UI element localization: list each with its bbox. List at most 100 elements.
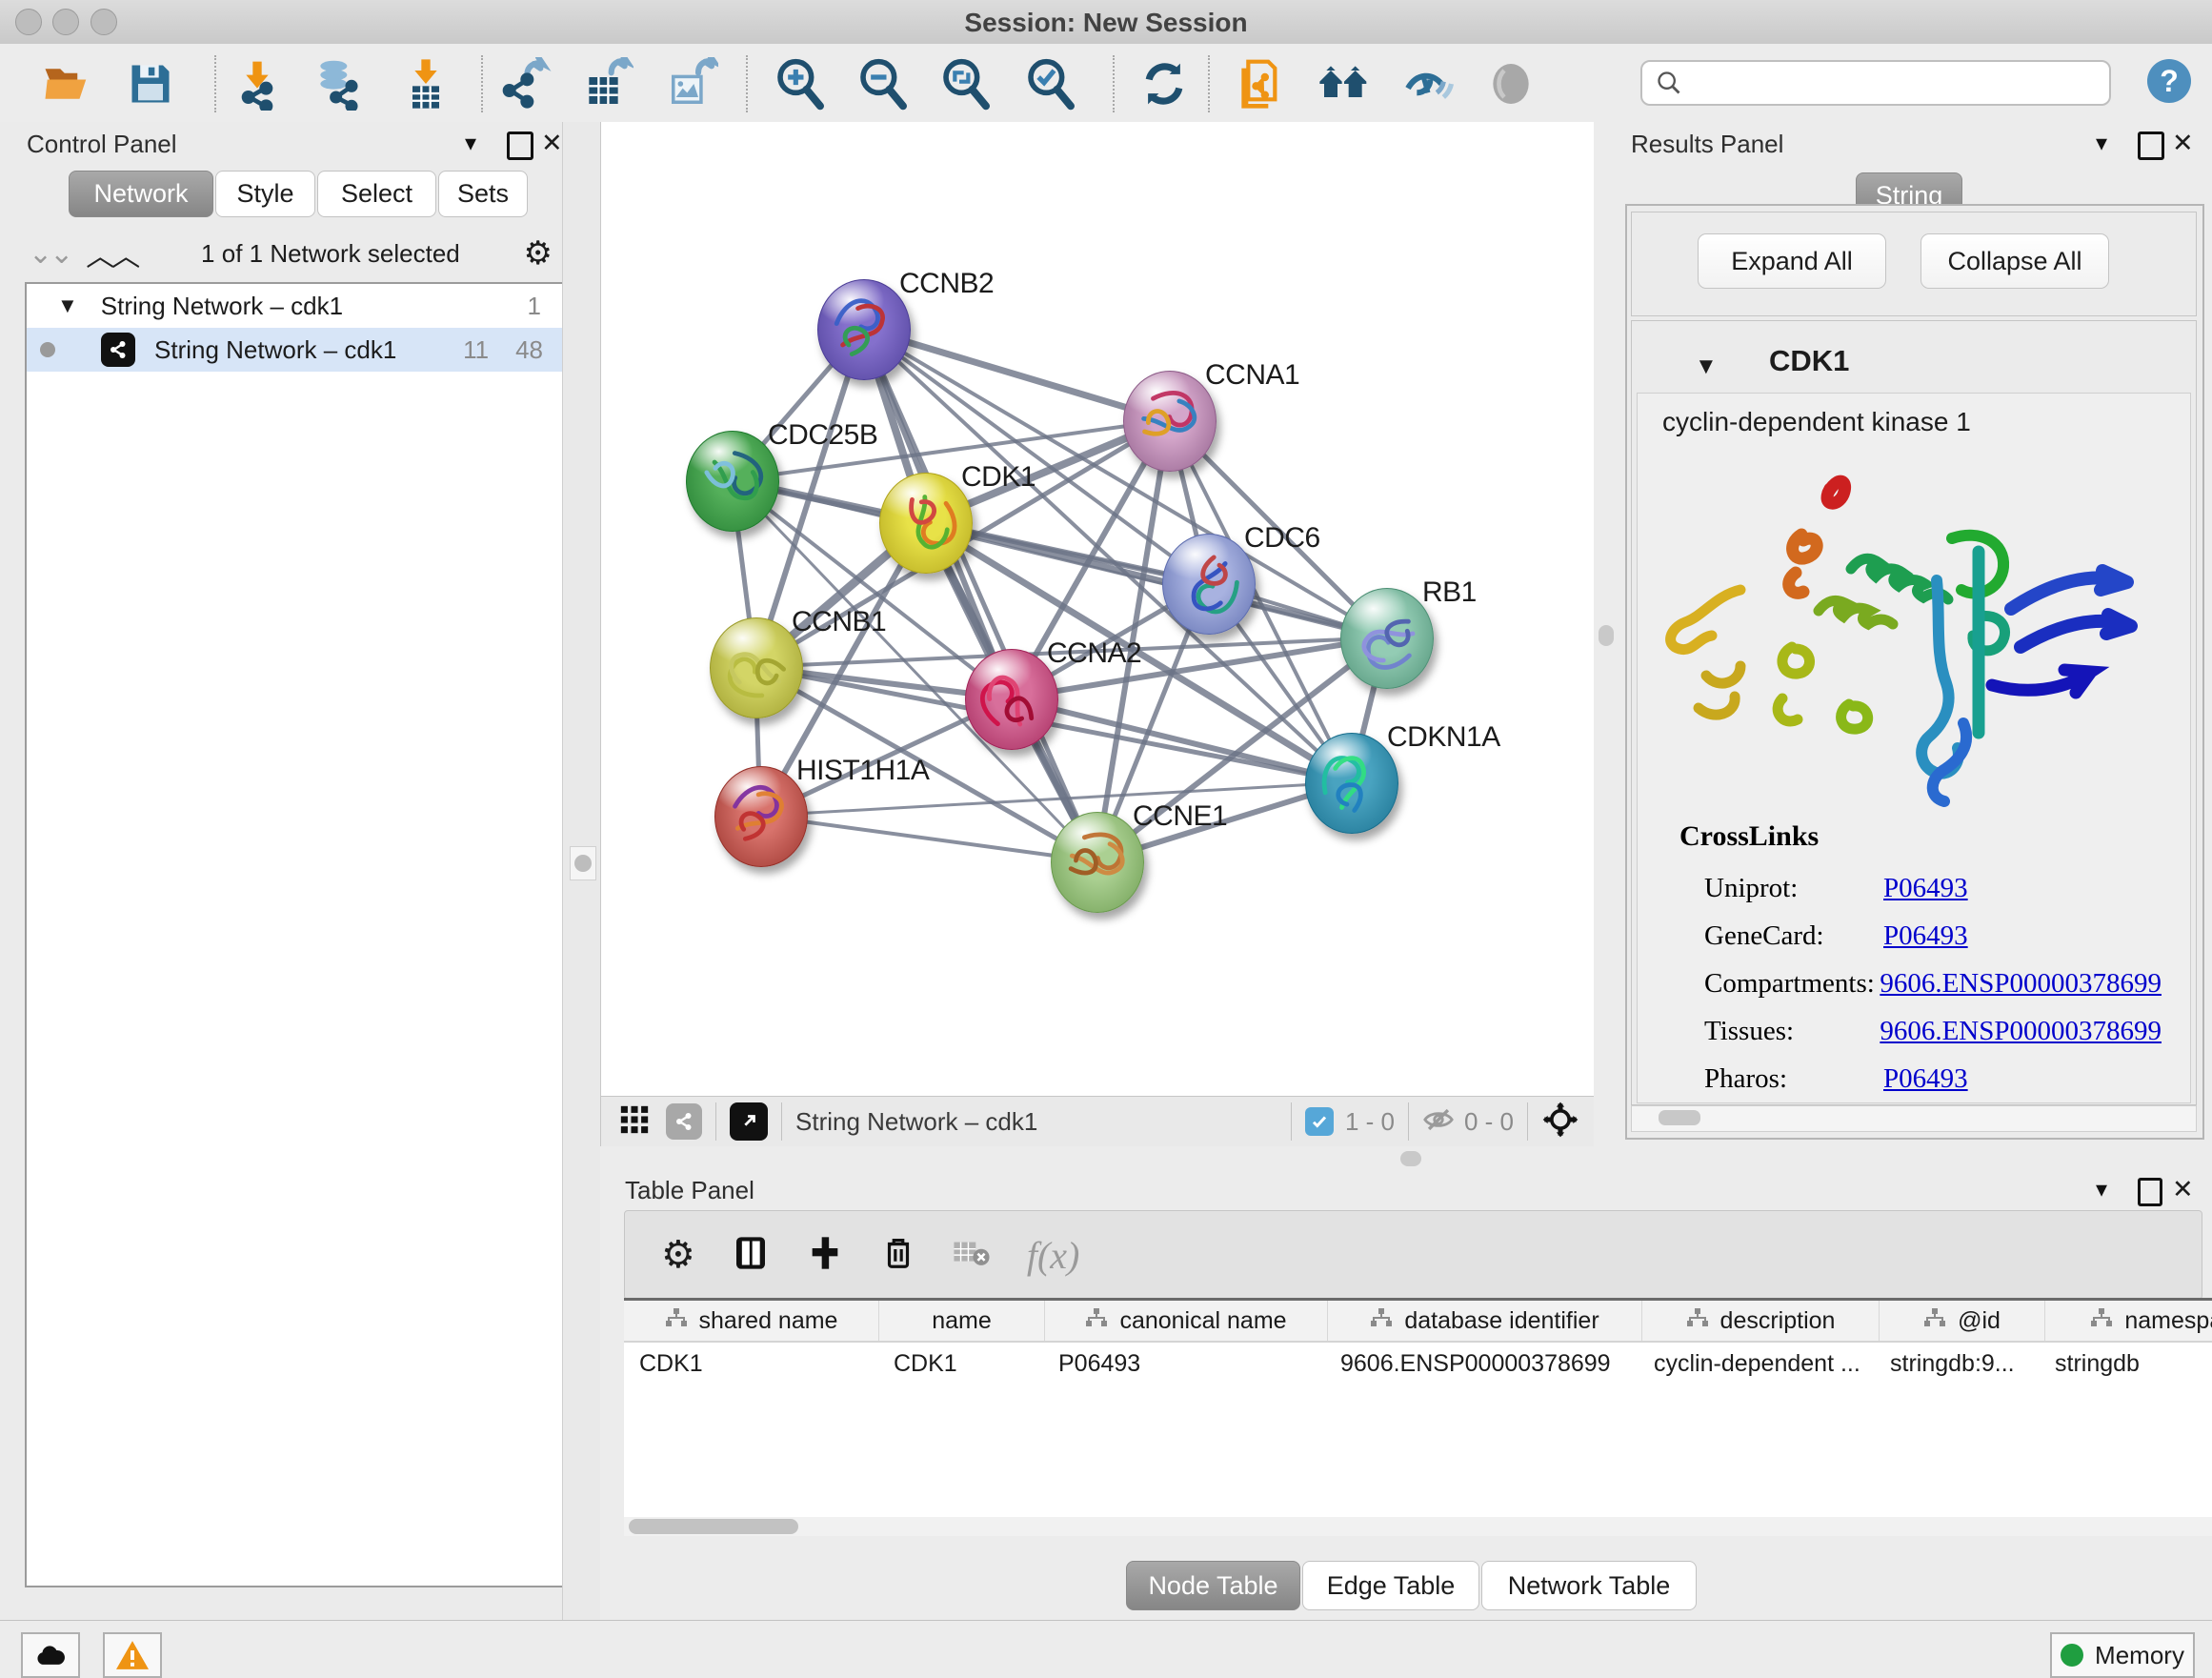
column-header-name[interactable]: name <box>879 1301 1045 1341</box>
table-cell[interactable]: P06493 <box>1043 1343 1325 1385</box>
toolbar-search[interactable] <box>1640 60 2111 106</box>
column-header-database-identifier[interactable]: database identifier <box>1328 1301 1642 1341</box>
tab-sets[interactable]: Sets <box>438 171 528 217</box>
table-panel-close-icon[interactable]: ✕ <box>2172 1175 2194 1204</box>
table-panel-float-icon[interactable] <box>2138 1178 2162 1206</box>
node-CCNA1[interactable] <box>1123 371 1217 472</box>
node-HIST1H1A[interactable] <box>714 766 808 867</box>
node-CDKN1A[interactable] <box>1305 733 1398 834</box>
collapse-all-networks-icon[interactable]: ⌄⌄ <box>29 237 70 271</box>
results-panel-collapse-icon[interactable]: ▾ <box>2096 130 2107 157</box>
results-horizontal-scrollbar[interactable] <box>1631 1105 2197 1132</box>
network-list-options-gear-icon[interactable]: ⚙ <box>524 234 553 273</box>
column-header-canonical-name[interactable]: canonical name <box>1045 1301 1328 1341</box>
results-panel-float-icon[interactable] <box>2138 131 2164 160</box>
search-input[interactable] <box>1692 69 2109 97</box>
zoom-out-icon[interactable] <box>856 57 910 111</box>
column-header-namespace[interactable]: namespace <box>2045 1301 2212 1341</box>
node-CDC25B[interactable] <box>686 431 779 532</box>
delete-column-trash-icon[interactable] <box>880 1232 916 1279</box>
crosslink-value-link[interactable]: P06493 <box>1883 873 1968 904</box>
scrollbar-thumb[interactable] <box>1659 1110 1700 1125</box>
table-tabs: Node TableEdge TableNetwork Table <box>1126 1561 1699 1610</box>
string-import-icon[interactable] <box>1233 57 1286 111</box>
tab-style[interactable]: Style <box>215 171 315 217</box>
column-header--id[interactable]: @id <box>1880 1301 2045 1341</box>
table-cell[interactable]: stringdb:9... <box>1875 1343 2040 1385</box>
control-panel-close-icon[interactable]: ✕ <box>541 129 563 158</box>
column-header-shared-name[interactable]: shared name <box>624 1301 879 1341</box>
table-panel-collapse-icon[interactable]: ▾ <box>2096 1176 2107 1203</box>
import-network-from-file-icon[interactable] <box>231 57 284 111</box>
open-session-icon[interactable] <box>40 57 93 111</box>
export-network-icon[interactable] <box>498 57 552 111</box>
network-collection-row[interactable]: ▼ String Network – cdk1 1 <box>27 284 566 328</box>
export-table-icon[interactable] <box>580 57 633 111</box>
entry-expander-icon[interactable]: ▼ <box>1695 354 1718 380</box>
vertical-splitter-right[interactable] <box>1594 122 1619 1146</box>
horizontal-splitter[interactable] <box>600 1146 2212 1172</box>
selected-indicator-checkbox[interactable] <box>1305 1107 1334 1136</box>
protein-scribble <box>818 280 910 379</box>
help-button[interactable]: ? <box>2147 59 2191 103</box>
birds-eye-view-icon[interactable] <box>618 1103 651 1141</box>
crosslink-value-link[interactable]: 9606.ENSP00000378699 <box>1880 1016 2162 1047</box>
zoom-fit-content-icon[interactable] <box>939 57 993 111</box>
table-cell[interactable]: CDK1 <box>878 1343 1043 1385</box>
table-cell[interactable]: cyclin-dependent ... <box>1639 1343 1875 1385</box>
tab-node-table[interactable]: Node Table <box>1126 1561 1300 1610</box>
node-RB1[interactable] <box>1340 588 1434 689</box>
network-row[interactable]: String Network – cdk1 11 48 <box>27 328 566 372</box>
control-panel-float-icon[interactable] <box>507 131 533 160</box>
node-CCNA2[interactable] <box>965 649 1058 750</box>
node-CCNB2[interactable] <box>817 279 911 380</box>
grayscale-mode-icon[interactable] <box>1484 57 1538 111</box>
vertical-splitter-left[interactable] <box>562 122 601 1620</box>
expand-all-button[interactable]: Expand All <box>1698 233 1886 289</box>
node-CCNE1[interactable] <box>1051 812 1144 913</box>
table-row[interactable]: CDK1CDK1P064939606.ENSP00000378699cyclin… <box>624 1343 2212 1385</box>
splitter-handle[interactable] <box>1400 1151 1421 1166</box>
enhanced-graphics-icon[interactable] <box>1401 57 1455 111</box>
table-cell[interactable]: CDK1 <box>624 1343 878 1385</box>
import-network-from-database-icon[interactable] <box>312 57 365 111</box>
refresh-network-icon[interactable] <box>1137 57 1191 111</box>
create-column-icon[interactable] <box>806 1232 844 1279</box>
crosslink-value-link[interactable]: P06493 <box>1883 1063 1968 1095</box>
crosslink-value-link[interactable]: P06493 <box>1883 920 1968 952</box>
tree-expander-icon[interactable]: ▼ <box>57 293 78 318</box>
results-panel-close-icon[interactable]: ✕ <box>2172 129 2194 158</box>
table-options-gear-icon[interactable]: ⚙ <box>661 1233 695 1277</box>
expand-all-networks-icon[interactable]: ︿︿ <box>86 232 137 274</box>
crosslink-value-link[interactable]: 9606.ENSP00000378699 <box>1880 968 2162 1000</box>
node-CDK1[interactable] <box>879 473 973 574</box>
table-horizontal-scrollbar[interactable] <box>624 1517 2212 1536</box>
detach-view-icon[interactable] <box>730 1102 768 1141</box>
tab-select[interactable]: Select <box>317 171 436 217</box>
tab-edge-table[interactable]: Edge Table <box>1302 1561 1479 1610</box>
table-scrollbar-thumb[interactable] <box>629 1519 798 1534</box>
tab-network[interactable]: Network <box>69 171 213 217</box>
node-CDC6[interactable] <box>1162 534 1256 635</box>
zoom-selected-icon[interactable] <box>1024 57 1077 111</box>
node-CCNB1[interactable] <box>710 617 803 718</box>
splitter-handle[interactable] <box>570 846 596 880</box>
show-columns-icon[interactable] <box>732 1232 770 1279</box>
string-home-icon[interactable] <box>1317 57 1371 111</box>
tab-network-table[interactable]: Network Table <box>1481 1561 1697 1610</box>
control-panel-collapse-icon[interactable]: ▾ <box>465 130 476 157</box>
column-header-description[interactable]: description <box>1642 1301 1880 1341</box>
node-table[interactable]: shared namenamecanonical namedatabase id… <box>624 1298 2212 1520</box>
splitter-handle[interactable] <box>1599 625 1614 646</box>
table-cell[interactable]: stringdb <box>2040 1343 2212 1385</box>
import-table-from-file-icon[interactable] <box>399 57 452 111</box>
network-canvas[interactable]: CCNB2 CCNA1 CDC25B CDK1 CDC6 RB1 <box>600 122 1596 1096</box>
collapse-all-button[interactable]: Collapse All <box>1920 233 2109 289</box>
table-cell[interactable]: 9606.ENSP00000378699 <box>1325 1343 1639 1385</box>
pan-mode-icon[interactable] <box>1541 1101 1579 1143</box>
zoom-in-icon[interactable] <box>774 57 827 111</box>
save-session-icon[interactable] <box>124 57 177 111</box>
edge-HIST1H1A-CCNE1[interactable] <box>760 816 1096 861</box>
export-image-icon[interactable] <box>665 57 718 111</box>
string-view-icon[interactable] <box>666 1103 702 1140</box>
